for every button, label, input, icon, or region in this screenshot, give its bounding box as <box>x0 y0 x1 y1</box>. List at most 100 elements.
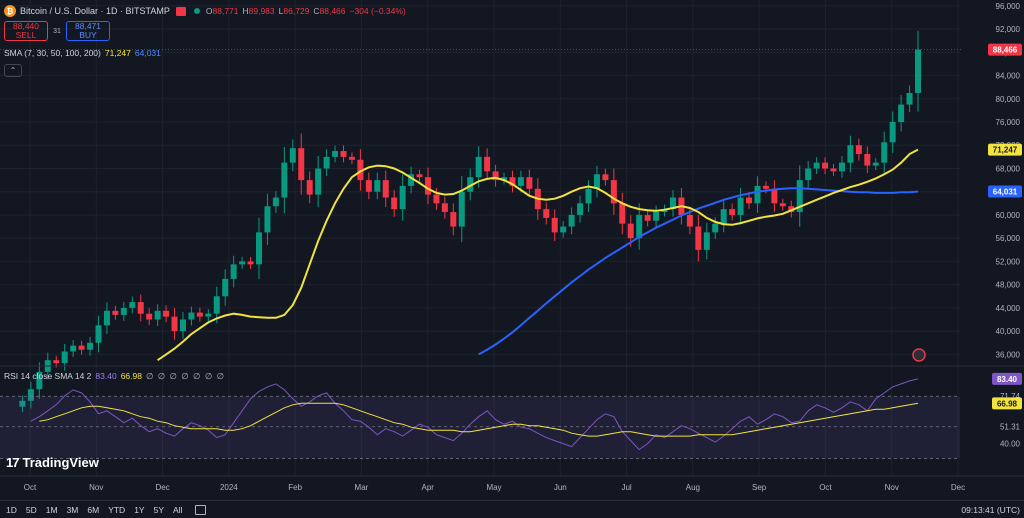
candle-body <box>306 180 313 195</box>
time-axis-label: Aug <box>686 483 700 492</box>
range-button-5y[interactable]: 5Y <box>154 505 164 515</box>
candle-body <box>881 142 888 163</box>
range-buttons: 1D 5D 1M 3M 6M YTD 1Y 5Y All <box>6 505 182 515</box>
candle-body <box>644 214 651 221</box>
ohlc-value: 89,983 <box>248 6 275 16</box>
range-button-5d[interactable]: 5D <box>26 505 37 515</box>
ohlc-item: L86,729 <box>279 6 310 16</box>
price-axis-label: 40,000 <box>996 327 1021 336</box>
time-axis-label: May <box>486 483 501 492</box>
range-button-1d[interactable]: 1D <box>6 505 17 515</box>
candle-body <box>323 156 330 169</box>
candle-body <box>163 310 170 317</box>
buy-button[interactable]: 88,471 BUY <box>66 21 110 41</box>
symbol-title[interactable]: Bitcoin / U.S. Dollar · 1D · BITSTAMP <box>20 6 170 16</box>
candle-body <box>762 185 769 189</box>
rsi-sma-badge: 66.98 <box>997 399 1018 408</box>
price-axis-label: 96,000 <box>996 2 1021 11</box>
candle-body <box>382 180 389 198</box>
range-button-1y[interactable]: 1Y <box>134 505 144 515</box>
sma-label: SMA (7, 30, 50, 100, 200) <box>4 48 101 58</box>
candle-body <box>593 174 600 189</box>
rsi-axis-label: 51.31 <box>1000 423 1021 432</box>
sma-lines <box>0 49 962 362</box>
time-axis-label: Oct <box>819 483 832 492</box>
sell-button[interactable]: 88,440 SELL <box>4 21 48 41</box>
candle-body <box>746 197 753 204</box>
price-axis-label: 92,000 <box>996 25 1021 34</box>
time-axis-label: Nov <box>89 483 103 492</box>
candle-body <box>179 319 186 332</box>
calendar-icon[interactable] <box>195 504 207 515</box>
candle-body <box>289 148 296 163</box>
sma-yellow-badge: 71,247 <box>993 146 1018 155</box>
candle-body <box>653 212 660 221</box>
chart-canvas[interactable]: 96,00092,00088,00084,00080,00076,00072,0… <box>0 0 1024 518</box>
candle-body <box>340 151 347 157</box>
chevron-up-icon: ⌃ <box>9 66 17 75</box>
price-axis-label: 44,000 <box>996 304 1021 313</box>
candle-body <box>517 177 524 186</box>
candle-body <box>729 209 736 215</box>
candle-body <box>703 232 710 250</box>
candle-body <box>712 223 719 233</box>
range-button-1m[interactable]: 1M <box>46 505 58 515</box>
rsi-badge: 83.40 <box>997 375 1018 384</box>
price-axis-label: 68,000 <box>996 164 1021 173</box>
candle-body <box>585 188 592 204</box>
candle-body <box>813 162 820 169</box>
flag-icon[interactable] <box>175 6 186 16</box>
time-axis-label: Apr <box>421 483 434 492</box>
candle-body <box>906 92 913 105</box>
candle-body <box>526 177 533 189</box>
time-axis-label: Dec <box>951 483 965 492</box>
time-axis-label: Mar <box>355 483 369 492</box>
candle-body <box>391 197 398 210</box>
range-button-ytd[interactable]: YTD <box>108 505 125 515</box>
candle-body <box>855 145 862 154</box>
range-button-6m[interactable]: 6M <box>87 505 99 515</box>
ohlc-value: 88,771 <box>212 6 239 16</box>
time-axis-label: Feb <box>288 483 302 492</box>
candle-body <box>112 310 119 315</box>
candle-body <box>256 232 263 265</box>
rsi-legend[interactable]: RSI 14 close SMA 14 2 83.40 66.98 ∅ ∅ ∅ … <box>4 371 225 382</box>
candle-body <box>213 296 220 314</box>
candle-body <box>137 302 144 314</box>
ohlc-values: O88,771 H89,983 L86,729 C88,466 −304 (−0.34%… <box>206 6 406 16</box>
range-button-all[interactable]: All <box>173 505 182 515</box>
candle-body <box>560 226 567 233</box>
market-status-icon <box>193 8 200 14</box>
candle-body <box>272 197 279 207</box>
candle-body <box>475 156 482 178</box>
candles <box>19 30 921 413</box>
time-axis-label: Nov <box>885 483 899 492</box>
candle-body <box>424 177 431 195</box>
sma-value-blue: 64,031 <box>134 48 161 58</box>
price-axis-label: 56,000 <box>996 234 1021 243</box>
price-chart[interactable]: 96,00092,00088,00084,00080,00076,00072,0… <box>0 0 1024 518</box>
candle-body <box>889 122 896 143</box>
candle-body <box>915 49 921 93</box>
candle-body <box>239 261 246 265</box>
tradingview-logo-text: TradingView <box>22 455 99 470</box>
candle-body <box>627 223 634 239</box>
candle-body <box>95 325 102 343</box>
candle-body <box>484 156 491 172</box>
candle-body <box>120 307 127 315</box>
candle-body <box>129 302 136 308</box>
event-icon <box>912 348 926 362</box>
candle-body <box>838 162 845 172</box>
candle-body <box>78 345 85 350</box>
tradingview-logo[interactable]: 17 TradingView <box>6 455 99 470</box>
collapse-legend-button[interactable]: ⌃ <box>4 64 22 77</box>
candle-body <box>458 191 465 227</box>
candle-body <box>247 261 254 265</box>
candle-body <box>441 203 448 213</box>
candle-body <box>568 214 575 227</box>
trade-buttons: 88,440 SELL 31 88,471 BUY <box>4 21 110 41</box>
rsi-empty-values: ∅ ∅ ∅ ∅ ∅ ∅ ∅ <box>145 371 225 381</box>
range-button-3m[interactable]: 3M <box>67 505 79 515</box>
sma-legend[interactable]: SMA (7, 30, 50, 100, 200) 71,247 64,031 <box>4 48 161 58</box>
utc-clock[interactable]: 09:13:41 (UTC) <box>961 505 1020 515</box>
